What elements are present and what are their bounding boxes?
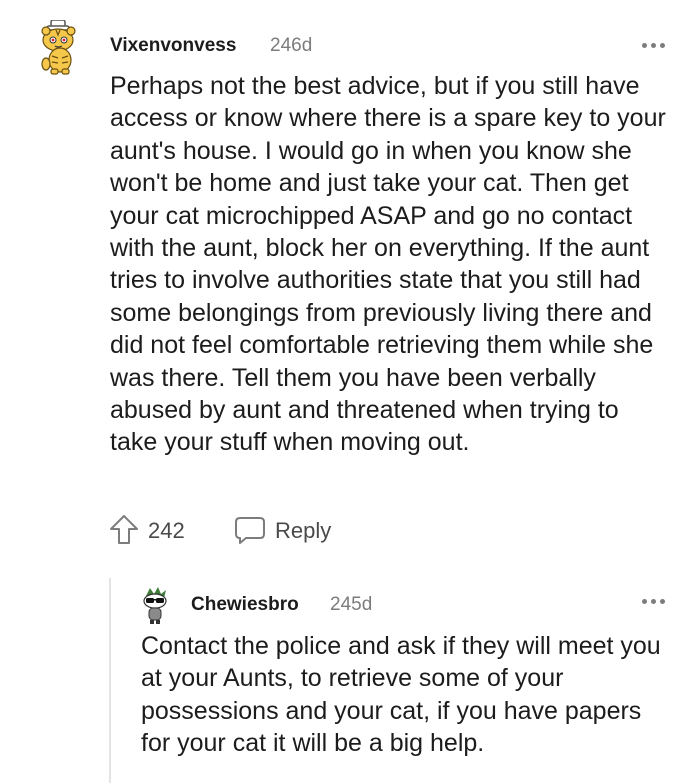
more-options-icon[interactable] <box>640 36 668 56</box>
more-options-icon[interactable] <box>640 592 668 612</box>
comment-thread: Vixenvonvess 246d Perhaps not the best a… <box>0 0 700 783</box>
reply-author[interactable]: Chewiesbro <box>191 593 299 617</box>
reply-label: Reply <box>275 518 332 543</box>
reply-body: Contact the police and ask if they will … <box>141 632 661 758</box>
comment-timestamp: 246d <box>270 35 313 56</box>
user-avatar-icon[interactable] <box>36 19 84 76</box>
vote-score: 242 <box>148 518 185 543</box>
speech-bubble-icon <box>234 514 266 546</box>
thread-line[interactable] <box>109 578 111 783</box>
reply-button[interactable]: Reply <box>234 512 344 548</box>
comment-author[interactable]: Vixenvonvess <box>110 34 236 58</box>
comment-body: Perhaps not the best advice, but if you … <box>110 72 666 457</box>
user-avatar-icon[interactable] <box>140 586 170 626</box>
reply-timestamp: 245d <box>330 594 373 615</box>
upvote-icon[interactable] <box>108 512 140 548</box>
